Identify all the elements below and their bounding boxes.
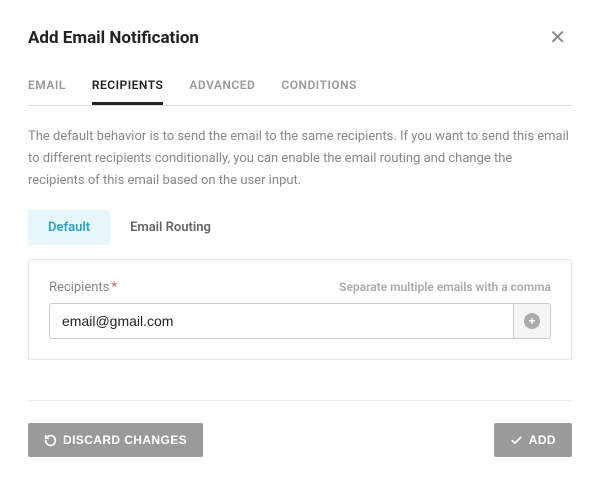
- recipients-description: The default behavior is to send the emai…: [28, 126, 572, 192]
- tab-recipients[interactable]: RECIPIENTS: [92, 68, 164, 105]
- add-button[interactable]: ADD: [494, 423, 572, 457]
- tab-conditions[interactable]: CONDITIONS: [281, 68, 357, 105]
- close-icon: ✕: [549, 27, 566, 49]
- discard-changes-button[interactable]: DISCARD CHANGES: [28, 423, 203, 457]
- add-button-label: ADD: [529, 433, 556, 447]
- recipients-label: Recipients*: [49, 280, 117, 295]
- tab-email[interactable]: EMAIL: [28, 68, 66, 105]
- subtab-default[interactable]: Default: [28, 210, 110, 245]
- modal-title: Add Email Notification: [28, 28, 199, 48]
- recipients-panel: Recipients* Separate multiple emails wit…: [28, 259, 572, 360]
- recipients-input[interactable]: [49, 303, 513, 339]
- close-button[interactable]: ✕: [543, 24, 572, 52]
- discard-changes-label: DISCARD CHANGES: [63, 433, 187, 447]
- plus-circle-icon: +: [524, 313, 540, 329]
- refresh-icon: [44, 434, 57, 447]
- tabs-bar: EMAIL RECIPIENTS ADVANCED CONDITIONS: [28, 68, 572, 106]
- tab-advanced[interactable]: ADVANCED: [189, 68, 255, 105]
- subtab-email-routing[interactable]: Email Routing: [110, 210, 231, 245]
- subtabs-bar: Default Email Routing: [28, 210, 572, 245]
- add-recipient-button[interactable]: +: [513, 303, 551, 339]
- check-icon: [510, 434, 523, 447]
- required-mark: *: [111, 280, 117, 295]
- recipients-hint: Separate multiple emails with a comma: [339, 280, 551, 294]
